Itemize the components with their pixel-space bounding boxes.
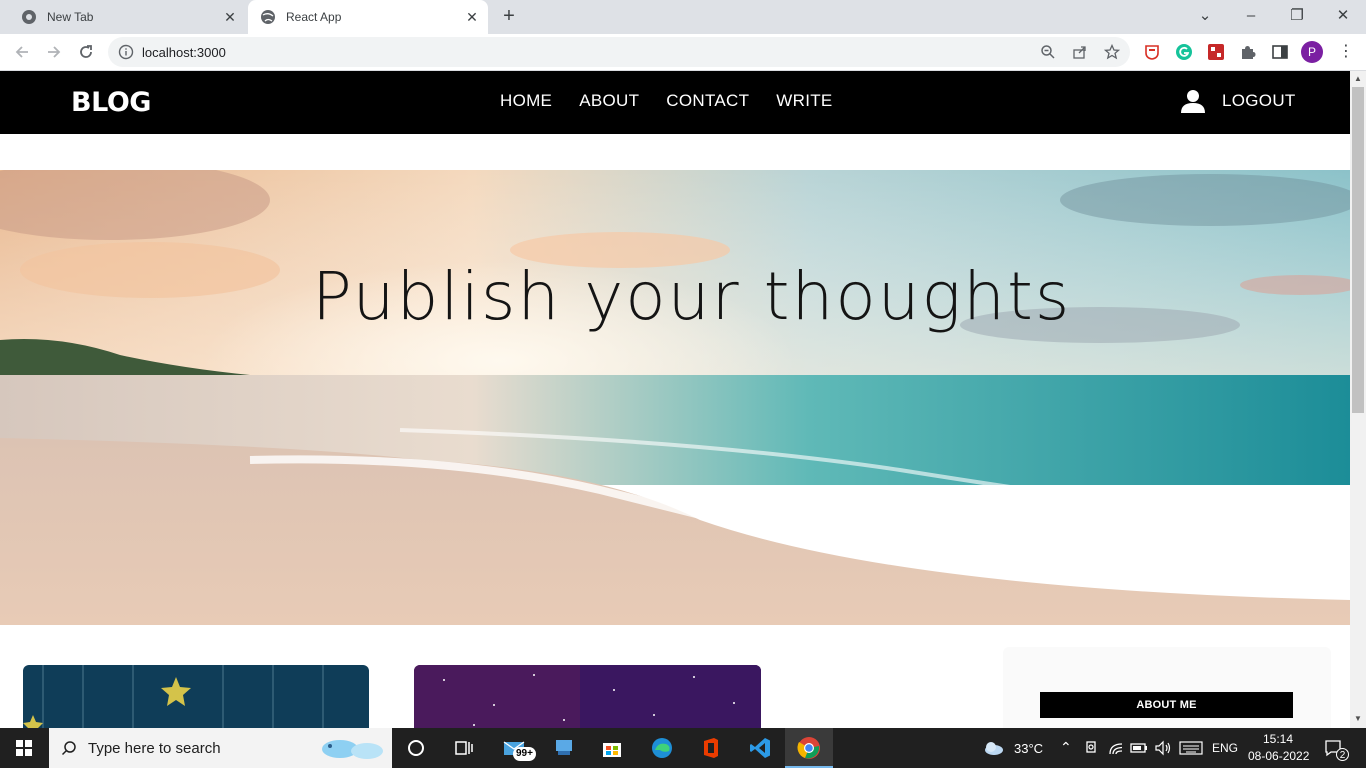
site-nav: HOME ABOUT CONTACT WRITE	[500, 91, 833, 111]
scrollbar-thumb[interactable]	[1352, 87, 1364, 413]
zoom-icon[interactable]	[1040, 44, 1056, 60]
taskbar-chrome-active[interactable]	[785, 728, 833, 768]
reload-icon[interactable]	[76, 42, 96, 62]
tab-new-tab[interactable]: New Tab ✕	[8, 0, 246, 34]
page-scrollbar[interactable]: ▲ ▼	[1350, 71, 1366, 728]
weather-icon[interactable]	[983, 740, 1005, 756]
battery-icon[interactable]	[1130, 741, 1148, 755]
extension-icon[interactable]	[1207, 43, 1225, 61]
chevron-up-icon[interactable]: ⌃	[1060, 739, 1072, 756]
notification-badge: 2	[1336, 748, 1349, 761]
post-card[interactable]	[414, 665, 761, 728]
nav-write-link[interactable]: WRITE	[776, 91, 832, 111]
tab-title: React App	[286, 10, 342, 24]
wifi-icon[interactable]	[1108, 740, 1124, 756]
chrome-icon	[797, 737, 820, 759]
restore-button[interactable]: ❐	[1285, 5, 1309, 27]
search-icon	[61, 741, 76, 756]
close-icon[interactable]: ✕	[222, 9, 238, 25]
task-view-icon[interactable]	[452, 736, 476, 760]
post-image	[23, 665, 324, 728]
beach-image	[0, 170, 1350, 625]
search-highlight-image	[322, 740, 383, 759]
tab-react-app[interactable]: React App ✕	[248, 0, 488, 34]
nav-about-link[interactable]: ABOUT	[579, 91, 639, 111]
vscode-icon[interactable]	[748, 736, 772, 760]
page-viewport: BLOG HOME ABOUT CONTACT WRITE LOGOUT Pub…	[0, 71, 1350, 728]
security-icon[interactable]	[1084, 740, 1098, 756]
scroll-down-icon[interactable]: ▼	[1354, 715, 1362, 723]
minimize-button[interactable]: –	[1239, 5, 1263, 27]
puzzle-icon[interactable]	[1239, 43, 1257, 61]
back-icon[interactable]	[12, 42, 32, 62]
logout-link[interactable]: LOGOUT	[1222, 91, 1296, 111]
taskbar-search-box[interactable]: Type here to search	[49, 728, 392, 768]
clock-time[interactable]: 15:14	[1263, 732, 1293, 746]
grammarly-icon[interactable]	[1175, 43, 1193, 61]
side-panel-icon[interactable]	[1271, 43, 1289, 61]
star-icon[interactable]	[1104, 44, 1120, 60]
hero-title: Publish your thoughts	[312, 258, 1072, 335]
profile-avatar[interactable]: P	[1301, 41, 1323, 63]
share-icon[interactable]	[1072, 44, 1088, 60]
close-icon[interactable]: ✕	[464, 9, 480, 25]
site-topbar: BLOG HOME ABOUT CONTACT WRITE LOGOUT	[0, 71, 1350, 134]
search-placeholder: Type here to search	[88, 740, 221, 757]
windows-taskbar: Type here to search 99+ 33°C ⌃ ENG 15:14…	[0, 728, 1366, 768]
edge-icon[interactable]	[650, 736, 674, 760]
post-image	[414, 665, 761, 728]
forward-icon[interactable]	[44, 42, 64, 62]
info-icon[interactable]	[118, 44, 134, 60]
weather-temperature: 33°C	[1014, 741, 1044, 756]
menu-icon[interactable]: ⋮	[1338, 43, 1354, 61]
store-icon[interactable]	[600, 736, 624, 760]
sidebar-about-title: ABOUT ME	[1040, 692, 1293, 718]
address-bar[interactable]: localhost:3000	[108, 37, 1130, 67]
nav-contact-link[interactable]: CONTACT	[666, 91, 749, 111]
tab-title: New Tab	[47, 10, 94, 24]
hero-banner: Publish your thoughts	[0, 170, 1350, 625]
language-indicator[interactable]: ENG	[1212, 741, 1238, 755]
cortana-icon[interactable]	[404, 736, 428, 760]
post-card[interactable]	[23, 665, 369, 728]
user-icon[interactable]	[1180, 88, 1206, 114]
keyboard-icon[interactable]	[1179, 741, 1203, 755]
site-logo[interactable]: BLOG	[71, 87, 151, 118]
browser-tab-strip: New Tab ✕ React App ✕ + ⌄ – ❐ ✕	[0, 0, 1366, 34]
new-tab-button[interactable]: +	[498, 6, 520, 28]
sidebar: ABOUT ME	[1003, 647, 1331, 728]
volume-icon[interactable]	[1154, 740, 1172, 756]
office-icon[interactable]	[699, 736, 723, 760]
mail-badge: 99+	[513, 747, 536, 761]
scroll-up-icon[interactable]: ▲	[1354, 75, 1362, 83]
browser-toolbar: localhost:3000 P ⋮	[0, 34, 1366, 71]
windows-start-icon[interactable]	[0, 728, 48, 768]
tab-search-icon[interactable]: ⌄	[1193, 5, 1217, 27]
globe-icon	[261, 10, 275, 24]
clock-date[interactable]: 08-06-2022	[1248, 749, 1309, 763]
computer-icon[interactable]	[552, 736, 576, 760]
close-window-button[interactable]: ✕	[1331, 5, 1355, 27]
url-text: localhost:3000	[142, 45, 226, 60]
nav-home-link[interactable]: HOME	[500, 91, 552, 111]
chrome-icon	[22, 10, 36, 24]
extension-icon[interactable]	[1143, 43, 1161, 61]
